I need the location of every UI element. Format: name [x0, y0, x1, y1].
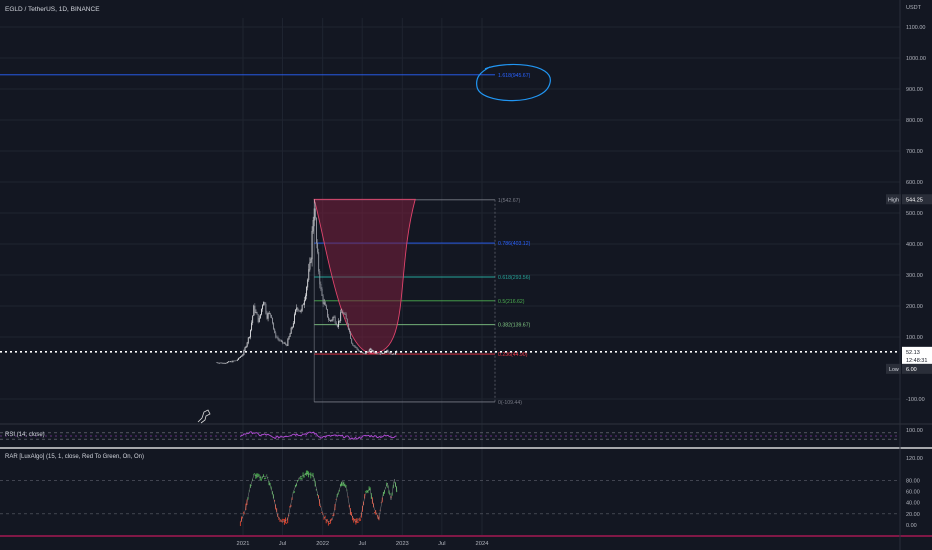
- price-tick-label: 800.00: [906, 118, 923, 124]
- high-value: 544.25: [906, 197, 923, 203]
- rsi-tick-label: 100.00: [906, 428, 923, 434]
- time-tick-label: 2022: [316, 541, 329, 547]
- rar-tick-label: 80.00: [906, 478, 920, 484]
- price-tick-label: 300.00: [906, 273, 923, 279]
- rar-tick-label: 120.00: [906, 456, 923, 462]
- price-tick-label: 900.00: [906, 87, 923, 93]
- high-label: High: [888, 197, 899, 203]
- price-tick-label: 100.00: [906, 335, 923, 341]
- fib-level-label: 0(-109.44): [498, 400, 522, 406]
- time-tick-label: Jul: [358, 541, 365, 547]
- price-tick-label: 200.00: [906, 304, 923, 310]
- price-tick-label: -100.00: [906, 397, 925, 403]
- time-tick-label: Jul: [438, 541, 445, 547]
- trading-chart[interactable]: 1.618(945.67) 1(542.67) 0.786(403.12) 0.618…: [0, 0, 932, 550]
- price-tick-label: 1000.00: [906, 56, 926, 62]
- rsi-legend[interactable]: RSI (14, close): [5, 432, 45, 438]
- fib-level-label: 0.5(216.62): [498, 299, 525, 305]
- currency-label: USDT: [906, 5, 922, 11]
- time-tick-label: 2024: [476, 541, 490, 547]
- price-tick-label: 400.00: [906, 242, 923, 248]
- rar-tick-label: 20.00: [906, 512, 920, 518]
- fib-level-label: 0.618(293.56): [498, 275, 531, 281]
- rar-legend[interactable]: RAR [LuxAlgo] (15, 1, close, Red To Gree…: [5, 454, 144, 460]
- fib-level-label: 0.236(44.90): [498, 352, 528, 358]
- fib-level-label: 0.382(139.67): [498, 323, 531, 329]
- current-price-countdown: 12:48:31: [906, 358, 927, 364]
- time-tick-label: 2023: [396, 541, 409, 547]
- price-tick-label: 700.00: [906, 149, 923, 155]
- rar-tick-label: 60.00: [906, 490, 920, 496]
- fib-level-label: 1.618(945.67): [498, 73, 531, 79]
- price-tick-label: 500.00: [906, 211, 923, 217]
- price-tick-label: 600.00: [906, 180, 923, 186]
- fib-level-label: 1(542.67): [498, 198, 520, 204]
- low-label: Low: [889, 367, 899, 373]
- time-tick-label: 2021: [237, 541, 250, 547]
- rar-tick-label: 0.00: [906, 523, 917, 529]
- fib-level-label: 0.786(403.12): [498, 241, 531, 247]
- low-value: 6.00: [906, 367, 917, 373]
- price-tick-label: 1100.00: [906, 25, 925, 31]
- current-price-value: 52.13: [906, 350, 920, 356]
- symbol-title[interactable]: EGLD / TetherUS, 1D, BINANCE: [5, 6, 100, 13]
- rar-tick-label: 40.00: [906, 501, 920, 507]
- time-tick-label: Jul: [279, 541, 286, 547]
